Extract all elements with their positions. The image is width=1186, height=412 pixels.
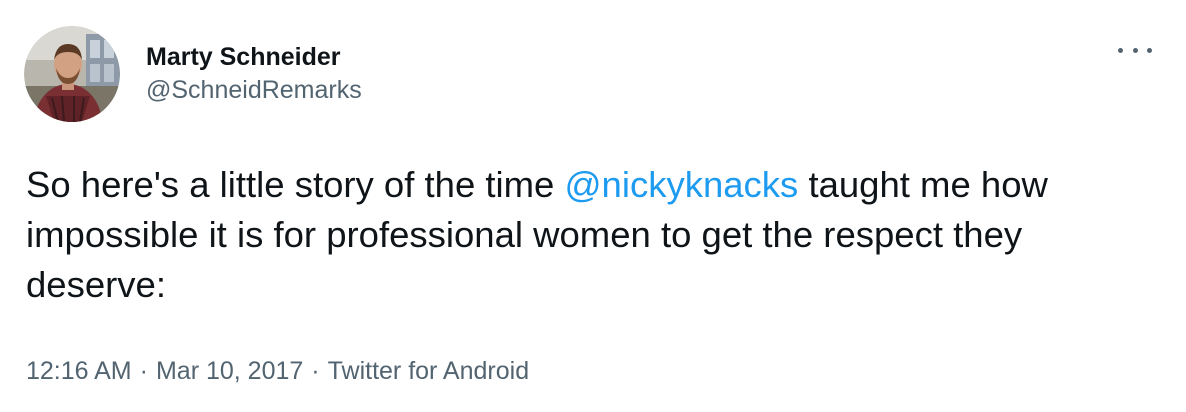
author-display-name[interactable]: Marty Schneider bbox=[146, 42, 362, 73]
author-handle[interactable]: @SchneidRemarks bbox=[146, 75, 362, 106]
meta-separator: · bbox=[311, 357, 320, 385]
user-meta: Marty Schneider @SchneidRemarks bbox=[146, 42, 362, 106]
tweet-text: So here's a little story of the time @ni… bbox=[26, 160, 1166, 310]
tweet-date[interactable]: Mar 10, 2017 bbox=[156, 357, 303, 385]
more-options-button[interactable] bbox=[1118, 40, 1152, 60]
tweet-time[interactable]: 12:16 AM bbox=[26, 357, 132, 385]
more-horizontal-icon bbox=[1118, 47, 1123, 53]
meta-separator: · bbox=[139, 357, 148, 385]
tweet-meta: 12:16 AM · Mar 10, 2017 · Twitter for Androi… bbox=[26, 355, 529, 387]
tweet-text-part1: So here's a little story of the time bbox=[26, 164, 565, 205]
tweet-source[interactable]: Twitter for Android bbox=[328, 357, 529, 385]
tweet-header: Marty Schneider @SchneidRemarks bbox=[24, 26, 362, 122]
more-horizontal-icon bbox=[1147, 47, 1152, 53]
avatar[interactable] bbox=[24, 26, 120, 122]
mention-link[interactable]: @nickyknacks bbox=[564, 164, 798, 205]
more-horizontal-icon bbox=[1132, 47, 1138, 53]
tweet-card: Marty Schneider @SchneidRemarks So here'… bbox=[0, 0, 1186, 412]
